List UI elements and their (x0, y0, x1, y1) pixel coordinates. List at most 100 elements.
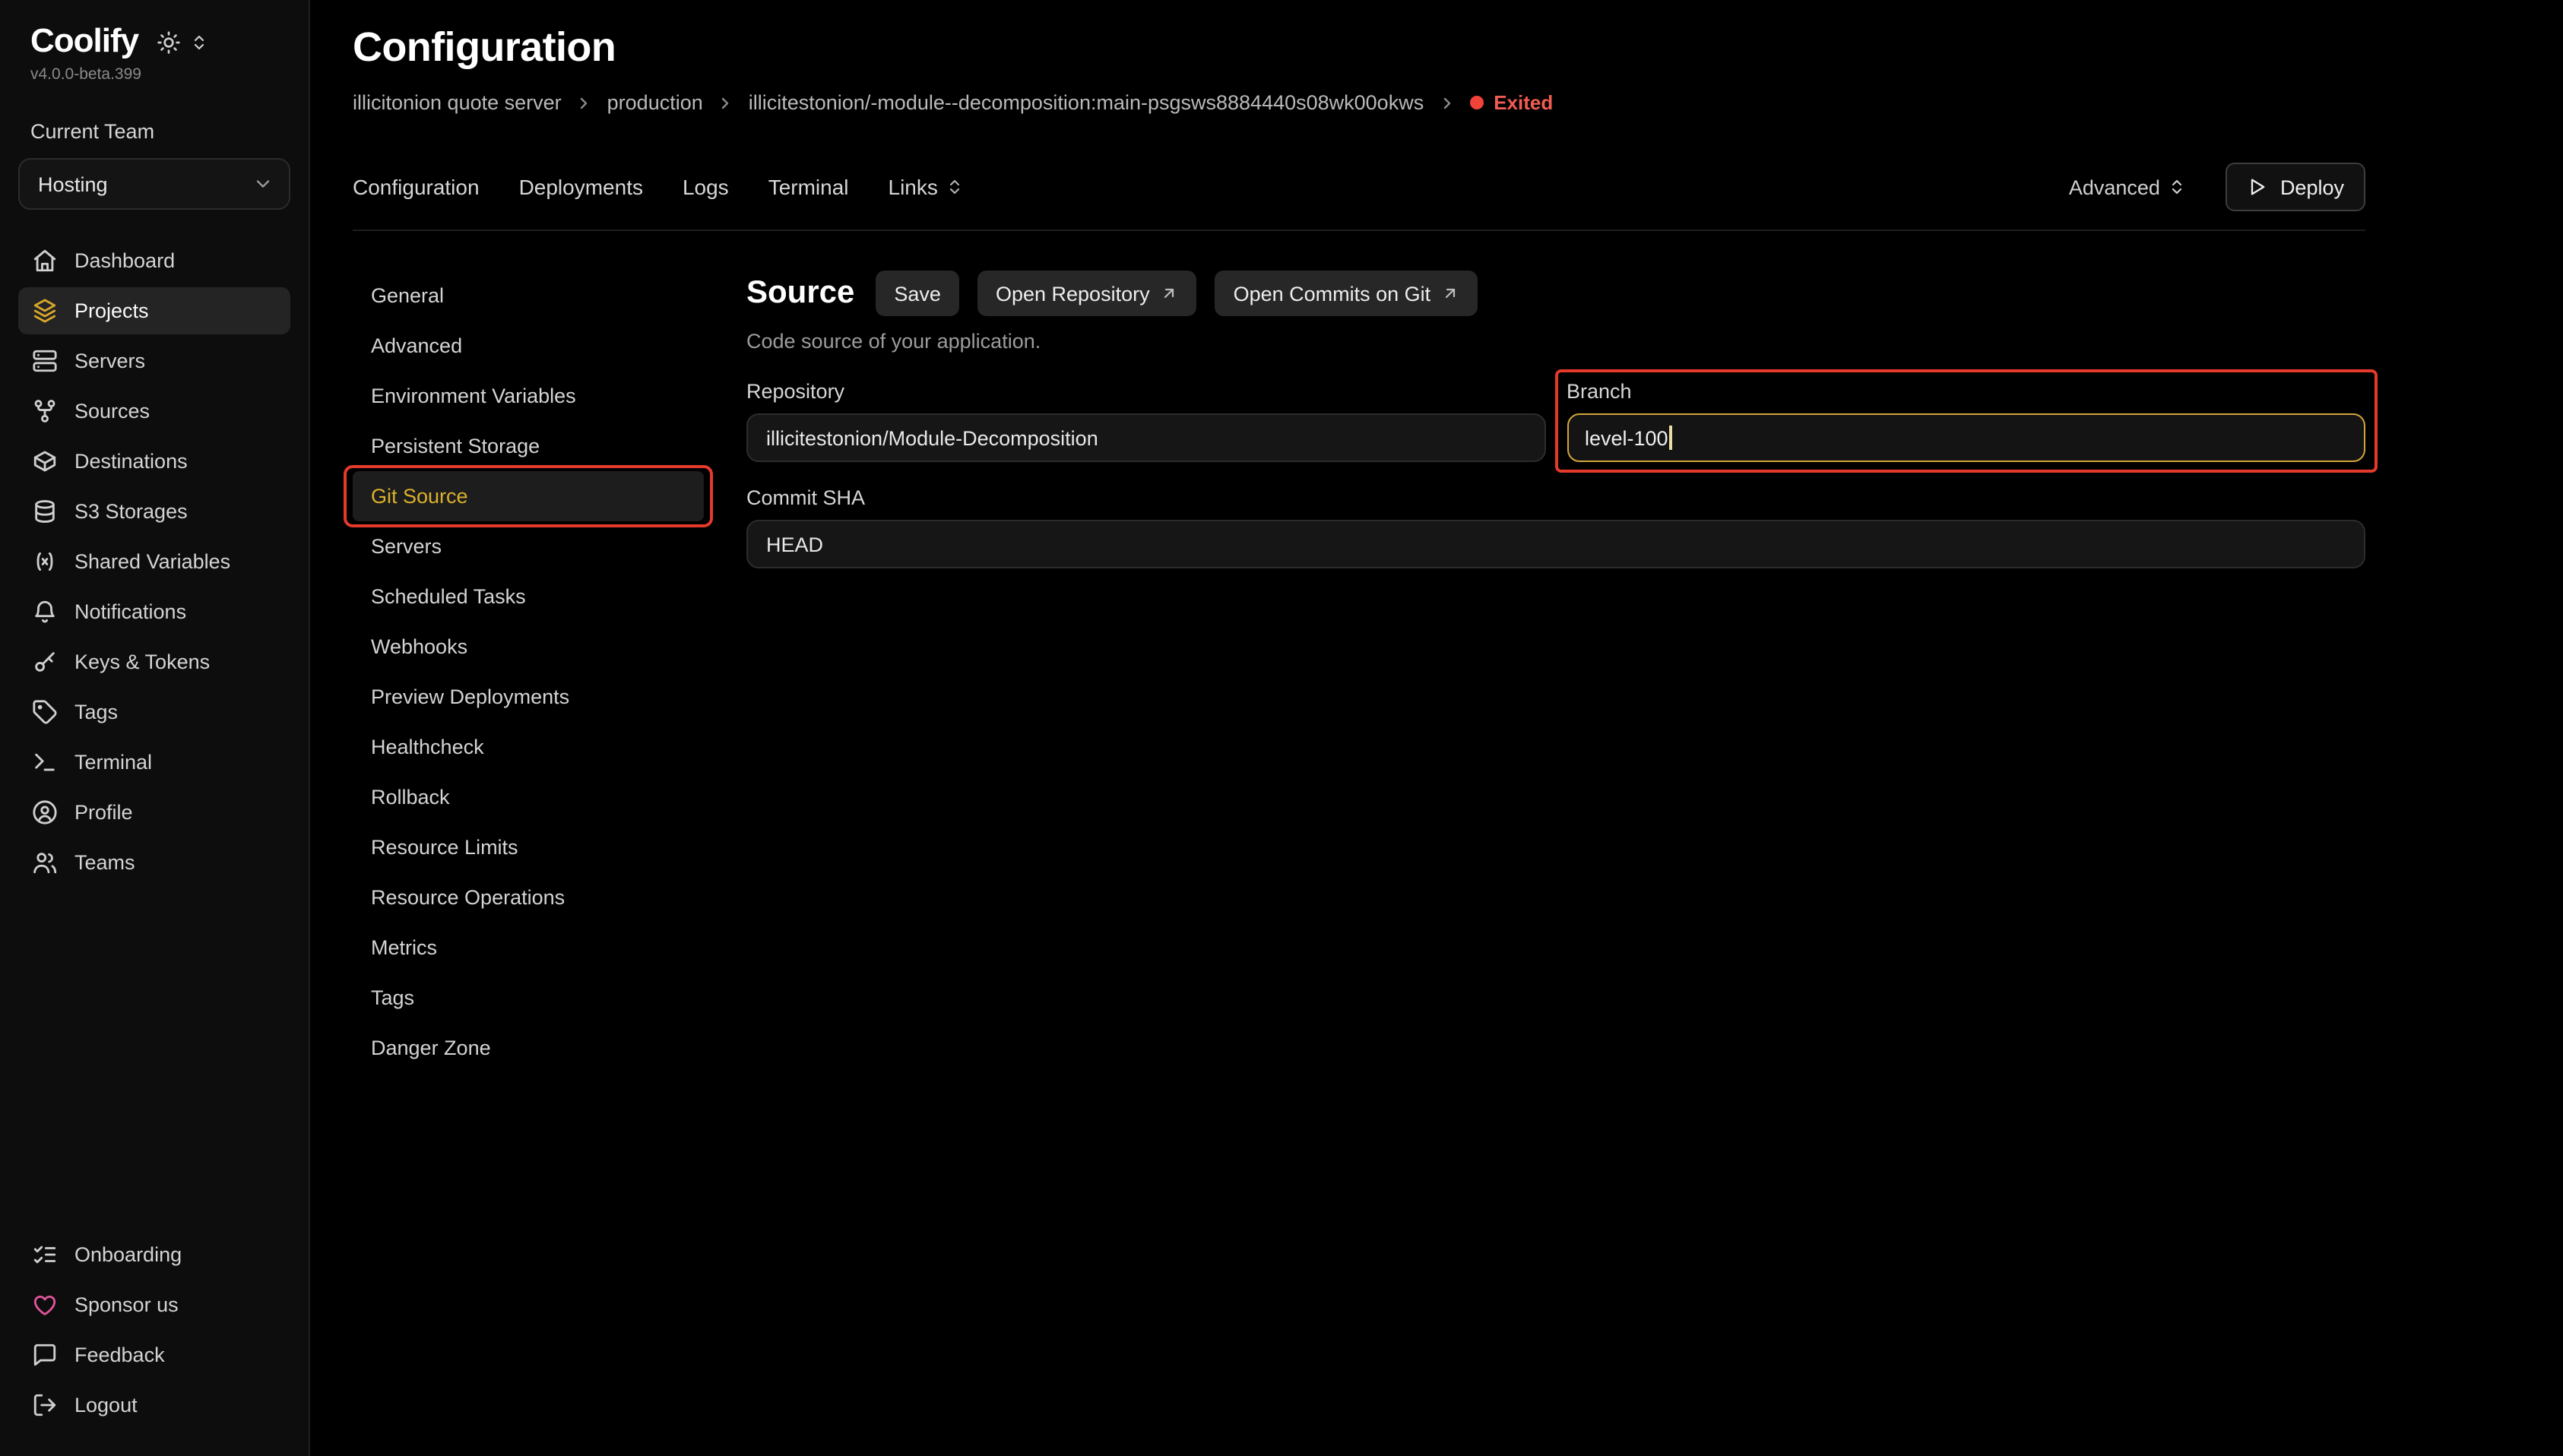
subnav-item-rollback[interactable]: Rollback (353, 772, 704, 822)
subnav-item-git-source[interactable]: Git Source (353, 471, 704, 521)
configuration-content: General Advanced Environment Variables P… (353, 271, 2365, 1073)
variables-icon (30, 549, 58, 574)
status-badge: Exited (1469, 91, 1553, 114)
brand-row: Coolify (18, 21, 290, 61)
chevrons-up-down-icon (946, 178, 964, 196)
source-panel-header: Source Save Open Repository Open Commits… (746, 271, 2365, 316)
source-description: Code source of your application. (746, 330, 2365, 353)
subnav-item-servers[interactable]: Servers (353, 521, 704, 571)
sidebar-item-feedback[interactable]: Feedback (18, 1331, 290, 1378)
sidebar-footer: Onboarding Sponsor us Feedback Logout (18, 1231, 290, 1429)
commit-sha-field: Commit SHA (746, 486, 2365, 568)
deploy-button[interactable]: Deploy (2226, 163, 2365, 211)
subnav-item-resource-limits[interactable]: Resource Limits (353, 822, 704, 872)
key-icon (30, 649, 58, 675)
sidebar-item-label: Feedback (74, 1344, 165, 1366)
page-title: Configuration (353, 24, 2365, 71)
tab-deployments[interactable]: Deployments (519, 175, 643, 199)
chevron-right-icon (575, 93, 594, 112)
subnav-item-persistent-storage[interactable]: Persistent Storage (353, 421, 704, 471)
logout-icon (30, 1392, 58, 1418)
theme-switcher-chevrons-icon[interactable] (190, 33, 208, 52)
commit-sha-label: Commit SHA (746, 486, 2365, 509)
branch-field: Branch level-100 (1567, 380, 2365, 462)
tag-icon (30, 699, 58, 725)
sidebar-item-projects[interactable]: Projects (18, 287, 290, 334)
sidebar-item-profile[interactable]: Profile (18, 789, 290, 836)
chevron-down-icon (252, 173, 274, 195)
subnav-item-scheduled-tasks[interactable]: Scheduled Tasks (353, 571, 704, 622)
user-icon (30, 799, 58, 825)
tab-terminal[interactable]: Terminal (768, 175, 849, 199)
sidebar-item-onboarding[interactable]: Onboarding (18, 1231, 290, 1278)
open-repository-button[interactable]: Open Repository (977, 271, 1197, 316)
settings-subnav: General Advanced Environment Variables P… (353, 271, 704, 1073)
team-select-value: Hosting (38, 173, 108, 195)
tab-links[interactable]: Links (889, 175, 964, 199)
text-cursor (1670, 426, 1672, 450)
repository-label: Repository (746, 380, 1545, 403)
subnav-item-metrics[interactable]: Metrics (353, 923, 704, 973)
box-icon (30, 448, 58, 474)
sidebar-item-dashboard[interactable]: Dashboard (18, 237, 290, 284)
sidebar-item-label: Servers (74, 350, 145, 372)
home-icon (30, 248, 58, 274)
tab-logs[interactable]: Logs (683, 175, 729, 199)
subnav-item-healthcheck[interactable]: Healthcheck (353, 722, 704, 772)
source-title: Source (746, 275, 854, 312)
breadcrumb-project[interactable]: illicitonion quote server (353, 91, 562, 114)
list-checks-icon (30, 1242, 58, 1268)
source-form: Repository Branch level-100 Commit SHA (746, 380, 2365, 568)
save-button[interactable]: Save (876, 271, 959, 316)
repository-input[interactable] (746, 413, 1545, 462)
subnav-item-preview-deployments[interactable]: Preview Deployments (353, 672, 704, 722)
sidebar-item-destinations[interactable]: Destinations (18, 438, 290, 485)
branch-input[interactable]: level-100 (1567, 413, 2365, 462)
sidebar-item-logout[interactable]: Logout (18, 1382, 290, 1429)
team-select[interactable]: Hosting (18, 158, 290, 210)
sidebar-item-s3-storages[interactable]: S3 Storages (18, 488, 290, 535)
sidebar-item-notifications[interactable]: Notifications (18, 588, 290, 635)
sidebar-item-label: Notifications (74, 600, 186, 623)
commit-sha-input[interactable] (746, 520, 2365, 568)
sidebar-item-terminal[interactable]: Terminal (18, 739, 290, 786)
git-fork-icon (30, 398, 58, 424)
sidebar-item-sources[interactable]: Sources (18, 388, 290, 435)
subnav-item-danger-zone[interactable]: Danger Zone (353, 1023, 704, 1073)
sidebar-item-keys-tokens[interactable]: Keys & Tokens (18, 638, 290, 685)
subnav-item-webhooks[interactable]: Webhooks (353, 622, 704, 672)
sidebar-item-label: Projects (74, 299, 149, 322)
layers-icon (30, 298, 58, 324)
subnav-item-advanced[interactable]: Advanced (353, 321, 704, 371)
sidebar-item-label: Dashboard (74, 249, 175, 272)
source-panel: Source Save Open Repository Open Commits… (746, 271, 2365, 1073)
chevrons-up-down-icon (2168, 178, 2186, 196)
users-icon (30, 850, 58, 875)
sidebar-item-servers[interactable]: Servers (18, 337, 290, 385)
sidebar-item-sponsor-us[interactable]: Sponsor us (18, 1281, 290, 1328)
sidebar-item-tags[interactable]: Tags (18, 688, 290, 736)
chevron-right-icon (1437, 93, 1456, 112)
subnav-item-resource-operations[interactable]: Resource Operations (353, 872, 704, 923)
branch-input-value: level-100 (1585, 426, 1668, 449)
bell-icon (30, 599, 58, 625)
sidebar-item-teams[interactable]: Teams (18, 839, 290, 886)
breadcrumb: illicitonion quote server production ill… (353, 91, 2365, 114)
theme-sun-icon[interactable] (157, 30, 181, 55)
open-commits-button[interactable]: Open Commits on Git (1215, 271, 1478, 316)
sidebar-item-shared-variables[interactable]: Shared Variables (18, 538, 290, 585)
breadcrumb-environment[interactable]: production (607, 91, 703, 114)
tab-configuration[interactable]: Configuration (353, 175, 480, 199)
database-icon (30, 499, 58, 524)
subnav-item-tags[interactable]: Tags (353, 973, 704, 1023)
breadcrumb-application[interactable]: illicitestonion/-module--decomposition:m… (749, 91, 1424, 114)
sidebar-item-label: Logout (74, 1394, 138, 1416)
sidebar-item-label: Keys & Tokens (74, 650, 210, 673)
subnav-item-environment-variables[interactable]: Environment Variables (353, 371, 704, 421)
subnav-item-general[interactable]: General (353, 271, 704, 321)
sidebar-item-label: Onboarding (74, 1243, 182, 1266)
main-area: Configuration illicitonion quote server … (310, 0, 2563, 1456)
sidebar-item-label: Profile (74, 801, 133, 824)
branch-label: Branch (1567, 380, 2365, 403)
advanced-menu[interactable]: Advanced (2069, 176, 2186, 198)
